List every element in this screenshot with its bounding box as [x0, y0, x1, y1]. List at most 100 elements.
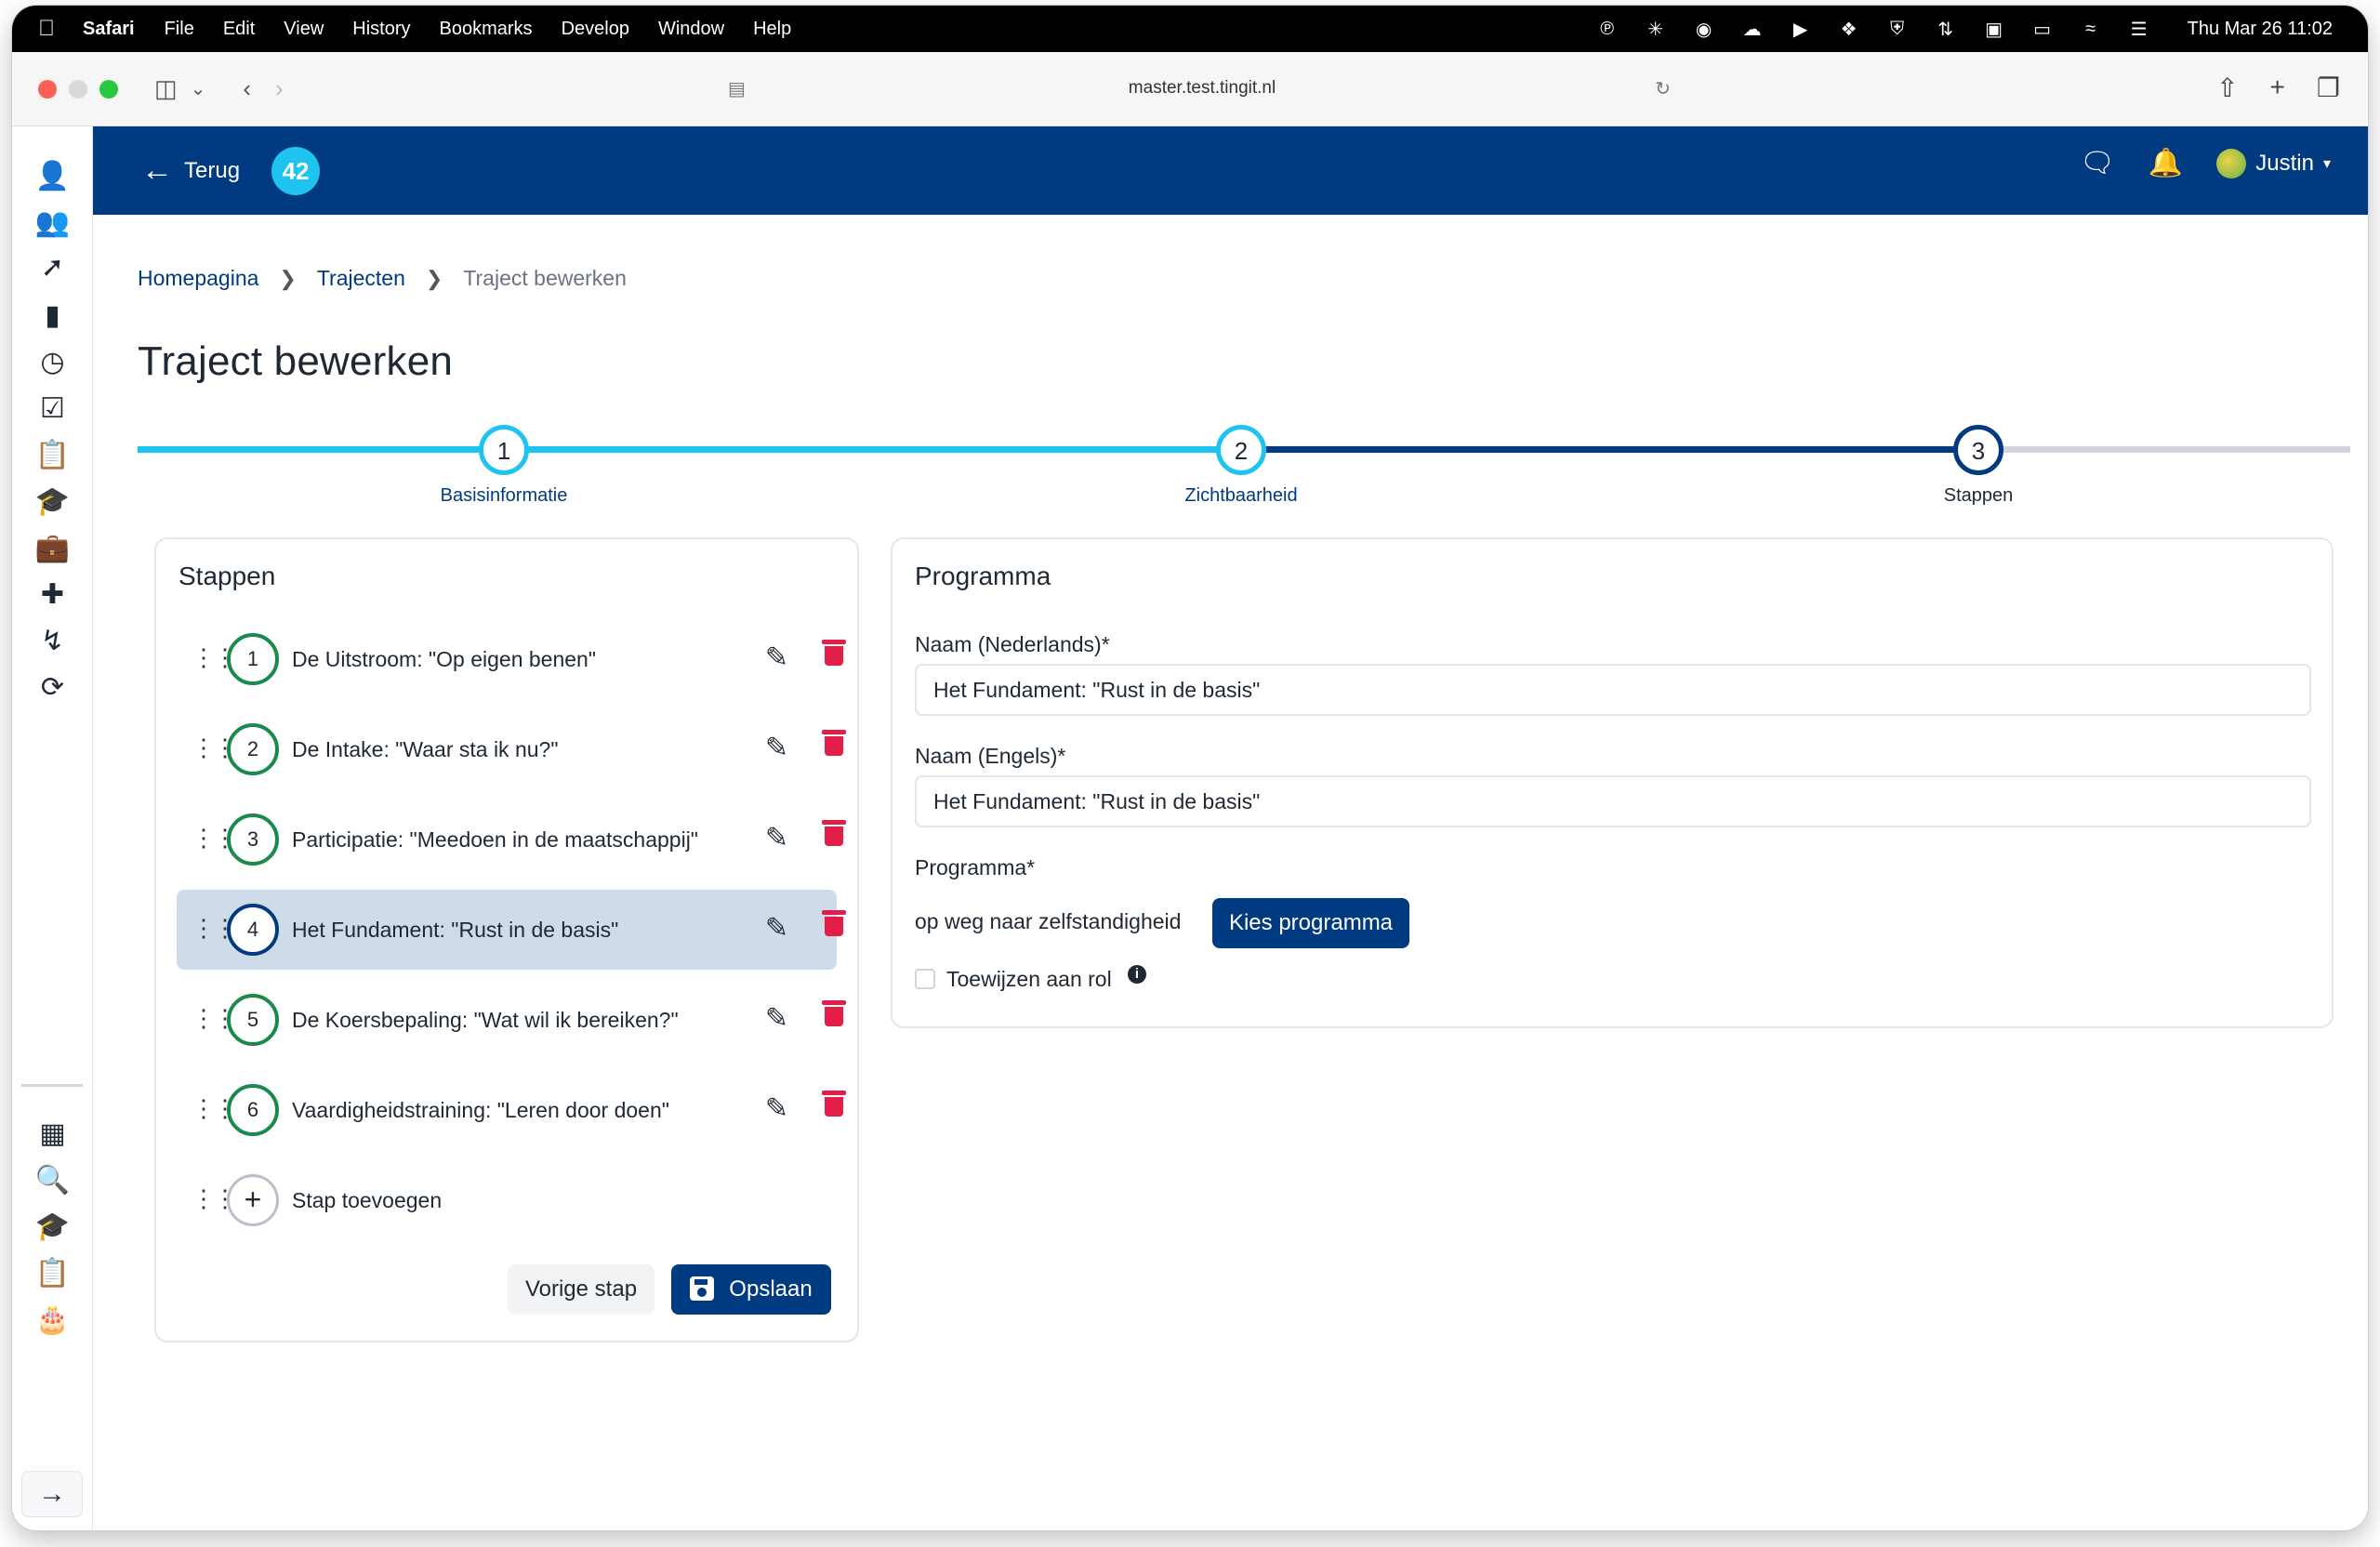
- menu-file[interactable]: File: [165, 19, 194, 40]
- pencil-icon[interactable]: ✎: [765, 732, 788, 764]
- list-item[interactable]: ⋮⋮ 5 De Koersbepaling: "Wat wil ik berei…: [177, 980, 846, 1060]
- menu-edit[interactable]: Edit: [223, 19, 255, 40]
- user-icon[interactable]: 👤: [12, 160, 93, 192]
- stepper-step-3[interactable]: 3: [1953, 425, 2003, 475]
- display-icon[interactable]: ▣: [1983, 18, 2005, 41]
- wifi-icon[interactable]: ≈: [2080, 19, 2102, 40]
- sparkle-icon[interactable]: ✳: [1645, 18, 1667, 41]
- chat-icon[interactable]: 🗨: [2080, 147, 2115, 179]
- program-card-title: Programma: [915, 562, 1051, 590]
- menu-app-name[interactable]: Safari: [83, 19, 135, 40]
- shield-icon[interactable]: ⛨: [1886, 19, 1909, 40]
- list-item[interactable]: ⋮⋮ 6 Vaardigheidstraining: "Leren door d…: [177, 1070, 846, 1150]
- step-label[interactable]: Participatie: "Meedoen in de maatschappi…: [292, 827, 698, 853]
- status-app-icon[interactable]: ℗: [1596, 19, 1619, 40]
- users-icon[interactable]: 👥: [12, 206, 93, 239]
- zoom-window-button[interactable]: [99, 79, 118, 99]
- assign-role-checkbox[interactable]: [915, 969, 935, 989]
- briefcase-icon[interactable]: 💼: [12, 532, 93, 564]
- back-nav-icon[interactable]: ‹: [243, 74, 251, 103]
- menubar-clock[interactable]: Thu Mar 26 11:02: [2188, 19, 2333, 40]
- menu-window[interactable]: Window: [658, 19, 724, 40]
- reload-icon[interactable]: ↻: [1655, 77, 1671, 100]
- save-button[interactable]: Opslaan: [671, 1264, 831, 1315]
- arrow-left-icon[interactable]: ←: [141, 152, 173, 189]
- play-icon[interactable]: ▶: [1790, 18, 1812, 41]
- control-center-icon[interactable]: ☰: [2128, 18, 2150, 41]
- plus-icon[interactable]: +: [227, 1174, 279, 1226]
- pencil-icon[interactable]: ✎: [765, 912, 788, 945]
- menu-help[interactable]: Help: [753, 19, 791, 40]
- stepper-label-1[interactable]: Basisinformatie: [364, 485, 643, 507]
- cloud-icon[interactable]: ☁: [1741, 18, 1764, 41]
- previous-step-button[interactable]: Vorige stap: [508, 1264, 654, 1315]
- url-text[interactable]: master.test.tingit.nl: [1129, 78, 1276, 99]
- stepper-label-3[interactable]: Stappen: [1839, 485, 2118, 507]
- stepper-step-1[interactable]: 1: [479, 425, 529, 475]
- address-bar[interactable]: ▤ master.test.tingit.nl ↻: [719, 67, 1686, 110]
- share-icon[interactable]: ⇧: [2216, 73, 2238, 103]
- name-nl-input[interactable]: [915, 664, 2311, 716]
- apple-icon[interactable]: : [38, 16, 55, 42]
- stepper-label-2[interactable]: Zichtbaarheid: [1102, 485, 1381, 507]
- user-menu[interactable]: Justin ▾: [2216, 148, 2331, 178]
- close-window-button[interactable]: [38, 79, 57, 99]
- education-icon[interactable]: 🎓: [12, 485, 93, 518]
- add-step-label[interactable]: Stap toevoegen: [292, 1188, 442, 1213]
- breadcrumb-trajecten[interactable]: Trajecten: [317, 266, 405, 291]
- breadcrumb-home[interactable]: Homepagina: [138, 266, 258, 291]
- back-button[interactable]: Terug: [184, 158, 240, 184]
- clock-icon[interactable]: ◷: [12, 346, 93, 378]
- choose-program-button[interactable]: Kies programma: [1212, 898, 1409, 948]
- battery-icon[interactable]: ▭: [2031, 18, 2054, 41]
- app-logo[interactable]: 42: [271, 146, 321, 195]
- note-icon[interactable]: ▮: [12, 299, 93, 332]
- table-icon[interactable]: ▦: [12, 1117, 93, 1150]
- airdrop-icon[interactable]: ❖: [1838, 18, 1860, 41]
- clipboard-admin-icon[interactable]: 📋: [12, 1257, 93, 1289]
- step-label[interactable]: De Intake: "Waar sta ik nu?": [292, 737, 559, 762]
- name-en-input[interactable]: [915, 775, 2311, 827]
- list-item[interactable]: ⋮⋮ 2 De Intake: "Waar sta ik nu?" ✎: [177, 709, 846, 789]
- bell-icon[interactable]: 🔔: [2149, 147, 2183, 179]
- cake-icon[interactable]: 🎂: [12, 1303, 93, 1336]
- step-label[interactable]: Vaardigheidstraining: "Leren door doen": [292, 1098, 669, 1123]
- add-user-icon[interactable]: ✚: [12, 578, 93, 611]
- clipboard-icon[interactable]: 📋: [12, 439, 93, 471]
- menu-history[interactable]: History: [352, 19, 410, 40]
- education-admin-icon[interactable]: 🎓: [12, 1210, 93, 1243]
- pencil-icon[interactable]: ✎: [765, 822, 788, 854]
- list-item[interactable]: ⋮⋮ 1 De Uitstroom: "Op eigen benen" ✎: [177, 619, 846, 699]
- step-label[interactable]: De Koersbepaling: "Wat wil ik bereiken?": [292, 1008, 679, 1033]
- assign-role-label[interactable]: Toewijzen aan rol: [946, 967, 1112, 992]
- list-item-selected[interactable]: ⋮⋮ 4 Het Fundament: "Rust in de basis" ✎: [177, 890, 846, 970]
- task-check-icon[interactable]: ☑: [12, 392, 93, 425]
- chevron-down-icon[interactable]: ⌄: [191, 77, 206, 100]
- stepper-step-2[interactable]: 2: [1216, 425, 1266, 475]
- tab-overview-icon[interactable]: ❐: [2317, 73, 2340, 103]
- expand-sidebar-button[interactable]: →: [21, 1471, 83, 1517]
- sidebar-toggle-icon[interactable]: ◫: [154, 74, 178, 103]
- info-icon[interactable]: i: [1128, 965, 1146, 984]
- vpn-icon[interactable]: ◉: [1693, 18, 1715, 41]
- menu-view[interactable]: View: [284, 19, 324, 40]
- new-tab-icon[interactable]: +: [2270, 73, 2285, 103]
- step-label[interactable]: Het Fundament: "Rust in de basis": [292, 918, 618, 943]
- add-step-row[interactable]: ⋮⋮ + Stap toevoegen: [177, 1160, 837, 1240]
- forward-nav-icon[interactable]: ›: [275, 74, 284, 103]
- menu-develop[interactable]: Develop: [562, 19, 629, 40]
- analytics-icon[interactable]: 🔍: [12, 1164, 93, 1197]
- menu-bookmarks[interactable]: Bookmarks: [440, 19, 533, 40]
- pencil-icon[interactable]: ✎: [765, 1092, 788, 1125]
- sync-icon[interactable]: ⟳: [12, 671, 93, 704]
- transfer-icon[interactable]: ⇅: [1935, 18, 1957, 41]
- pencil-icon[interactable]: ✎: [765, 1002, 788, 1035]
- step-label[interactable]: De Uitstroom: "Op eigen benen": [292, 647, 596, 672]
- list-item[interactable]: ⋮⋮ 3 Participatie: "Meedoen in de maatsc…: [177, 800, 846, 879]
- pencil-icon[interactable]: ✎: [765, 641, 788, 674]
- route-icon[interactable]: ↯: [12, 625, 93, 657]
- toolbar-right-buttons: ⇧ + ❐: [2216, 73, 2340, 103]
- trend-icon[interactable]: ➚: [12, 251, 93, 284]
- page-settings-icon[interactable]: ▤: [728, 77, 746, 100]
- minimize-window-button[interactable]: [69, 79, 87, 99]
